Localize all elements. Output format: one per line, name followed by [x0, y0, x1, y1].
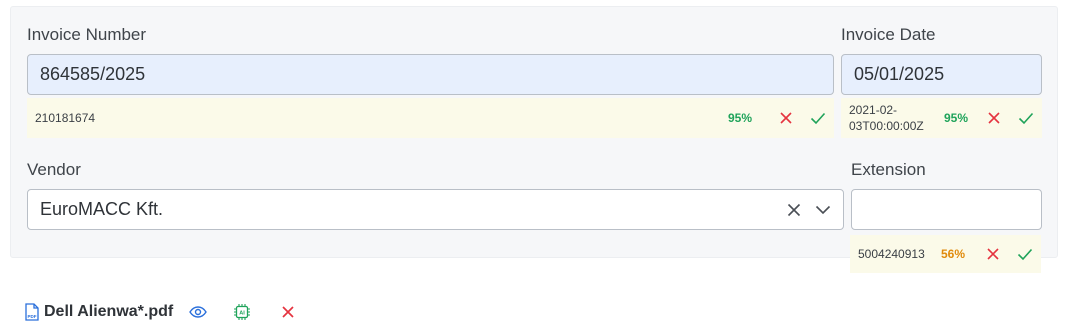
extension-label: Extension: [851, 160, 926, 179]
confidence-score: 56%: [941, 247, 966, 261]
extension-suggestion: 5004240913 56%: [850, 235, 1041, 273]
extension-input[interactable]: [851, 189, 1042, 230]
view-attachment-button[interactable]: [189, 306, 208, 318]
suggestion-value: 5004240913: [858, 247, 925, 261]
accept-suggestion-button[interactable]: [1010, 111, 1042, 125]
checkmark-icon: [810, 112, 826, 125]
invoice-number-input[interactable]: 864585/2025: [27, 54, 834, 95]
reject-suggestion-button[interactable]: [977, 247, 1009, 261]
invoice-form-panel: Invoice Number 864585/2025 210181674 95%…: [10, 6, 1058, 258]
close-icon: [282, 306, 294, 318]
close-icon: [988, 112, 1000, 124]
pdf-file-icon: PDF: [25, 303, 39, 321]
ai-process-button[interactable]: AI: [233, 303, 251, 321]
eye-icon: [189, 306, 208, 318]
chevron-down-icon[interactable]: [815, 205, 831, 215]
checkmark-icon: [1017, 248, 1033, 261]
vendor-select[interactable]: EuroMACC Kft.: [27, 189, 844, 230]
confidence-score: 95%: [728, 111, 753, 125]
vendor-label: Vendor: [27, 160, 81, 179]
confidence-score: 95%: [944, 111, 969, 125]
attachment-file-name[interactable]: Dell Alienwa*.pdf: [44, 303, 173, 321]
ai-badge-text: AI: [239, 310, 245, 316]
pdf-badge-text: PDF: [28, 314, 37, 319]
reject-suggestion-button[interactable]: [770, 111, 802, 125]
accept-suggestion-button[interactable]: [1009, 247, 1041, 261]
attachment-row: PDF Dell Alienwa*.pdf AI: [24, 300, 295, 324]
accept-suggestion-button[interactable]: [802, 111, 834, 125]
reject-suggestion-button[interactable]: [978, 111, 1010, 125]
invoice-date-label: Invoice Date: [841, 25, 936, 44]
ai-chip-icon: AI: [234, 304, 251, 320]
close-icon: [780, 112, 792, 124]
remove-attachment-button[interactable]: [281, 305, 295, 319]
close-icon: [987, 248, 999, 260]
suggestion-value-line1: 2021-02-: [849, 103, 898, 117]
checkmark-icon: [1018, 112, 1034, 125]
vendor-selected-value: EuroMACC Kft.: [40, 199, 164, 219]
invoice-number-label: Invoice Number: [27, 25, 147, 44]
suggestion-value: 2021-02- 03T00:00:00Z: [841, 102, 944, 134]
clear-icon[interactable]: [787, 203, 801, 217]
suggestion-value: 210181674: [35, 111, 96, 125]
invoice-date-input[interactable]: 05/01/2025: [841, 54, 1042, 95]
invoice-number-suggestion: 210181674 95%: [27, 98, 834, 138]
suggestion-value-line2: 03T00:00:00Z: [849, 119, 924, 133]
invoice-date-suggestion: 2021-02- 03T00:00:00Z 95%: [841, 98, 1042, 138]
